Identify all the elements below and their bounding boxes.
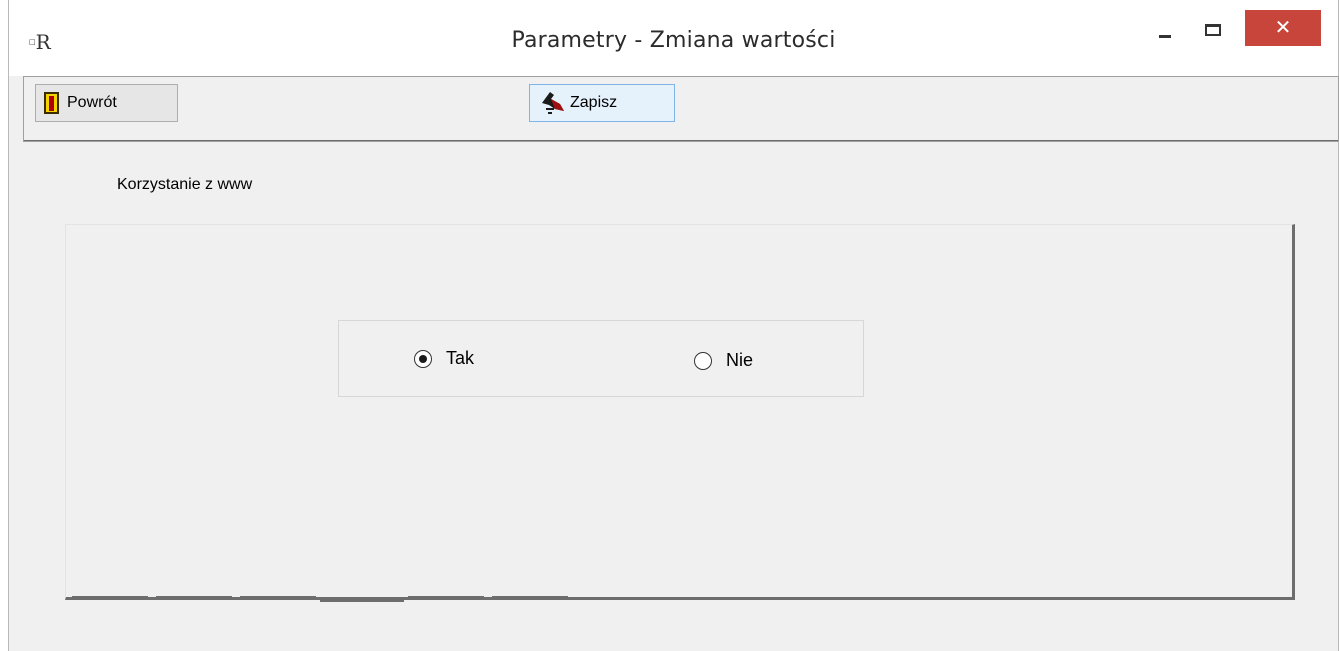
tab-5[interactable] xyxy=(408,596,484,599)
radio-nie-label: Nie xyxy=(726,350,754,370)
tab-4-active[interactable] xyxy=(320,599,404,602)
tab-1[interactable] xyxy=(72,596,148,599)
section-label: Korzystanie z www xyxy=(117,176,253,193)
back-button-label: Powrót xyxy=(67,94,117,111)
tab-6[interactable] xyxy=(492,596,568,599)
back-button[interactable]: Powrót xyxy=(35,84,178,122)
tab-2[interactable] xyxy=(156,596,232,599)
radio-unchecked-icon[interactable] xyxy=(694,351,712,370)
www-radio-group: Tak Nie xyxy=(338,320,864,397)
radio-tak-label: Tak xyxy=(446,348,475,368)
maximize-button[interactable] xyxy=(1199,12,1235,46)
close-button[interactable]: ✕ xyxy=(1245,10,1321,46)
exit-door-icon xyxy=(44,92,59,114)
save-icon xyxy=(542,92,564,114)
save-button-label: Zapisz xyxy=(570,94,618,111)
toolbar: Powrót Zapisz xyxy=(23,76,1339,142)
options-panel xyxy=(65,224,1295,600)
radio-tak[interactable]: Tak xyxy=(414,348,474,369)
save-button[interactable]: Zapisz xyxy=(529,84,675,122)
window-title: Parametry - Zmiana wartości xyxy=(511,28,836,53)
title-bar[interactable]: □R Parametry - Zmiana wartości ✕ xyxy=(9,0,1338,76)
tab-3[interactable] xyxy=(240,596,316,599)
minimize-button[interactable] xyxy=(1149,12,1185,46)
radio-checked-icon[interactable] xyxy=(414,349,432,368)
close-icon: ✕ xyxy=(1274,15,1292,39)
radio-nie[interactable]: Nie xyxy=(694,350,753,371)
